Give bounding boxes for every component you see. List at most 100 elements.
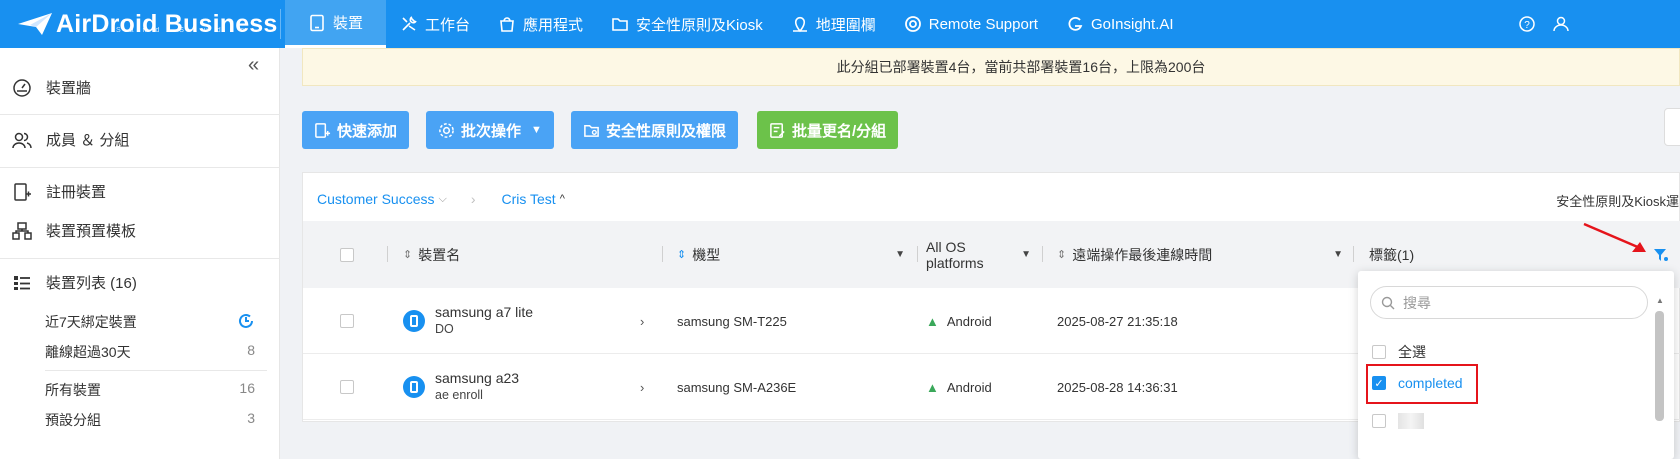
subitem-label: 離線超過30天: [45, 344, 131, 360]
scrollbar[interactable]: [1655, 311, 1664, 421]
nav-workbench[interactable]: 工作台: [386, 0, 484, 48]
security-policy-button[interactable]: 安全性原則及權限: [571, 111, 739, 149]
select-all-checkbox[interactable]: [340, 221, 354, 288]
button-label: 批量更名/分組: [792, 122, 887, 140]
batch-ops-button[interactable]: 批次操作 ▼: [426, 111, 554, 149]
history-icon: [239, 313, 253, 328]
scroll-up-icon[interactable]: ▲: [1656, 296, 1664, 305]
sidebar-subitem-all[interactable]: 所有裝置 16: [45, 380, 255, 400]
collapse-sidebar-icon[interactable]: «: [248, 54, 259, 77]
chevron-right-icon[interactable]: ›: [640, 354, 644, 420]
tag-search-input[interactable]: 搜尋: [1370, 286, 1648, 319]
os-cell: ▲ Android: [926, 354, 992, 420]
svg-text:?: ?: [1524, 20, 1530, 31]
column-last-connection[interactable]: ⇕ 遠端操作最後連線時間 ▼: [1057, 221, 1343, 288]
template-icon: [12, 221, 32, 240]
breadcrumb-subgroup[interactable]: Cris Test: [502, 191, 556, 207]
column-device-name[interactable]: ⇕ 裝置名: [403, 221, 460, 288]
divider: [45, 370, 267, 371]
checkbox-checked[interactable]: ✓: [1372, 376, 1386, 390]
nav-label: 工作台: [425, 16, 471, 34]
column-label-line: platforms: [926, 254, 984, 271]
app-logo[interactable]: AirDroid Business Sand Studio: [0, 0, 280, 48]
filter-option-blurred[interactable]: [1372, 413, 1424, 429]
batch-rename-button[interactable]: 批量更名/分組: [757, 111, 899, 149]
divider: [280, 9, 281, 39]
checkbox[interactable]: [1372, 414, 1386, 428]
filter-option-completed[interactable]: ✓ completed: [1372, 375, 1463, 391]
os-text: Android: [946, 313, 992, 329]
divider: [0, 114, 280, 115]
chevron-up-icon[interactable]: ^: [560, 193, 565, 205]
user-icon[interactable]: [1552, 15, 1570, 33]
nav-apps[interactable]: 應用程式: [484, 0, 597, 48]
device-search-input[interactable]: [1664, 108, 1680, 146]
tag-filter-dropdown: 搜尋 全選 ✓ completed ▲: [1358, 271, 1674, 459]
checkbox[interactable]: [1372, 345, 1386, 359]
sidebar-item-enroll[interactable]: 註冊裝置: [12, 181, 106, 202]
device-name: samsung a7 lite DO: [435, 304, 533, 338]
nav-label: 地理圍欄: [815, 16, 876, 34]
policy-kiosk-status[interactable]: 安全性原則及Kiosk運: [1556, 191, 1679, 210]
subitem-count: 3: [247, 410, 255, 426]
sort-icon: ⇕: [403, 249, 413, 261]
sidebar-item-members[interactable]: 成員 ＆ 分組: [12, 129, 129, 150]
users-icon: [12, 132, 32, 148]
option-label: 全選: [1398, 344, 1426, 360]
caret-down-icon[interactable]: ▼: [1333, 249, 1343, 260]
breadcrumb-group[interactable]: Customer Success: [317, 191, 434, 207]
top-bar: AirDroid Business Sand Studio 裝置 工作台 應用程…: [0, 0, 1680, 48]
row-checkbox[interactable]: [340, 288, 354, 354]
sidebar-item-label: 成員 ＆ 分組: [46, 132, 130, 149]
device-name-text: samsung a23: [435, 370, 520, 386]
device-add-icon: [14, 182, 31, 201]
map-pin-icon: [792, 16, 807, 33]
button-label: 快速添加: [337, 122, 398, 140]
filter-option-select-all[interactable]: 全選: [1372, 342, 1426, 362]
goinsight-icon: [1068, 16, 1083, 31]
nav-devices[interactable]: 裝置: [285, 0, 387, 48]
button-label: 安全性原則及權限: [606, 122, 727, 140]
sidebar-item-label: 裝置牆: [46, 80, 92, 97]
quota-banner: 此分組已部署裝置4台，當前共部署裝置16台，上限為200台: [302, 48, 1680, 86]
edit-icon: [770, 122, 785, 138]
sidebar-item-device-list[interactable]: 裝置列表 (16): [12, 272, 137, 293]
device-name-cell[interactable]: samsung a23 ae enroll: [403, 354, 519, 420]
sidebar-subitem-offline[interactable]: 離線超過30天 8: [45, 342, 255, 362]
chevron-down-icon[interactable]: ⌵: [438, 193, 446, 206]
column-os[interactable]: All OS platforms ▼: [926, 221, 1031, 288]
os-text: Android: [946, 379, 992, 395]
nav-label: 安全性原則及Kiosk: [636, 16, 763, 34]
android-icon: ▲: [926, 313, 939, 329]
nav-policy-kiosk[interactable]: 安全性原則及Kiosk: [597, 0, 777, 48]
nav-goinsight[interactable]: GoInsight.AI: [1052, 0, 1188, 48]
row-checkbox[interactable]: [340, 354, 354, 420]
subitem-label: 預設分組: [45, 412, 101, 428]
sidebar-subitem-recent[interactable]: 近7天綁定裝置: [45, 312, 255, 332]
nav-label: 應用程式: [523, 16, 584, 34]
last-connection-cell: 2025-08-27 21:35:18: [1057, 313, 1178, 329]
nav-remote-support[interactable]: Remote Support: [890, 0, 1052, 48]
caret-down-icon: ▼: [531, 124, 542, 136]
caret-down-icon[interactable]: ▼: [895, 249, 905, 260]
help-icon[interactable]: ?: [1518, 15, 1536, 33]
sidebar-item-templates[interactable]: 裝置預置模板: [12, 220, 136, 241]
sidebar-item-device-wall[interactable]: 裝置牆: [12, 77, 91, 98]
device-icon: [403, 376, 425, 398]
device-name-cell[interactable]: samsung a7 lite DO: [403, 288, 533, 354]
search-icon: [1381, 296, 1395, 309]
android-icon: ▲: [926, 379, 939, 395]
nav-geofence[interactable]: 地理圍欄: [777, 0, 890, 48]
chevron-right-icon[interactable]: ›: [640, 288, 644, 354]
gear-icon: [439, 122, 454, 138]
nav-label: 裝置: [333, 15, 364, 32]
sidebar-item-label: 裝置預置模板: [46, 223, 137, 240]
divider: [0, 258, 280, 259]
quick-add-button[interactable]: 快速添加: [302, 111, 410, 149]
dashboard-icon: [13, 78, 31, 97]
sidebar-subitem-default[interactable]: 預設分組 3: [45, 410, 255, 430]
caret-down-icon[interactable]: ▼: [1021, 249, 1031, 260]
top-right-actions: ?: [1518, 0, 1680, 48]
breadcrumb: Customer Success ⌵ › Cris Test ^: [317, 191, 569, 207]
column-model[interactable]: ⇕ 機型 ▼: [677, 221, 905, 288]
